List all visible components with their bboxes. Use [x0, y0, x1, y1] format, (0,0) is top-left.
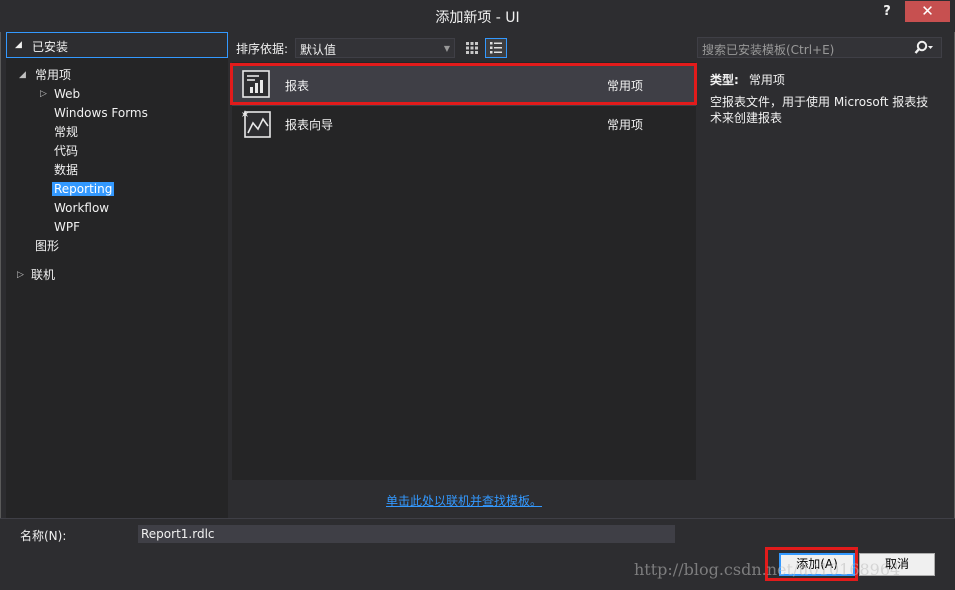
- name-field[interactable]: [138, 525, 675, 543]
- add-button[interactable]: 添加(A): [779, 553, 855, 576]
- collapsed-arrow-icon: ▷: [17, 270, 24, 280]
- details-pane: 类型: 常用项 空报表文件，用于使用 Microsoft 报表技术来创建报表: [705, 62, 945, 480]
- window-title: 添加新项 - UI: [435, 10, 520, 26]
- template-tree: ◢ 已安装 ◢ 常用项 ▷ Web Windows Forms 常规 代码 数据…: [6, 32, 228, 518]
- report-icon: [242, 70, 270, 98]
- chevron-down-icon: ▼: [443, 44, 450, 53]
- template-category: 常用项: [607, 118, 644, 132]
- sort-dropdown[interactable]: 默认值 ▼: [295, 38, 455, 58]
- sort-value: 默认值: [300, 43, 337, 57]
- template-name: 报表向导: [285, 118, 334, 132]
- help-button[interactable]: ?: [879, 4, 895, 19]
- tree-node-common[interactable]: ◢ 常用项: [19, 66, 71, 85]
- tree-node-workflow[interactable]: Workflow: [54, 199, 109, 218]
- collapsed-arrow-icon: ▷: [40, 89, 47, 99]
- cancel-button[interactable]: 取消: [859, 553, 935, 576]
- tree-node-online[interactable]: ▷ 联机: [17, 266, 55, 285]
- template-item-report[interactable]: 报表 常用项: [232, 64, 696, 106]
- tree-header-installed[interactable]: ◢ 已安装: [6, 32, 228, 58]
- tree-node-general[interactable]: 常规: [54, 123, 78, 142]
- details-description: 空报表文件，用于使用 Microsoft 报表技术来创建报表: [710, 95, 929, 125]
- template-item-report-wizard[interactable]: 报表向导 常用项: [232, 103, 696, 145]
- type-value: 常用项: [748, 73, 785, 87]
- search-placeholder: 搜索已安装模板(Ctrl+E): [702, 43, 835, 57]
- small-icons-view-button[interactable]: [461, 38, 483, 58]
- tree-node-data[interactable]: 数据: [54, 161, 78, 180]
- sort-label: 排序依据:: [236, 42, 289, 56]
- details-type: 类型: 常用项: [710, 71, 785, 88]
- grid-view-icon: [466, 42, 478, 54]
- search-icon[interactable]: [913, 39, 935, 57]
- tree-node-reporting[interactable]: Reporting: [52, 180, 115, 199]
- type-label: 类型:: [710, 73, 739, 87]
- title-bar: 添加新项 - UI ? ✕: [0, 0, 955, 32]
- tree-node-wpf[interactable]: WPF: [54, 218, 80, 237]
- list-view-icon: [490, 42, 502, 54]
- report-wizard-icon: [241, 109, 271, 138]
- online-search-link[interactable]: 单击此处以联机并查找模板。: [232, 492, 696, 509]
- template-list: 报表 常用项 报表向导 常用项: [232, 62, 696, 480]
- tree-node-code[interactable]: 代码: [54, 142, 78, 161]
- tree-header-label: 已安装: [32, 40, 69, 54]
- expanded-arrow-icon: ◢: [19, 70, 26, 80]
- name-label: 名称(N):: [20, 529, 67, 543]
- tree-node-web[interactable]: ▷ Web: [40, 85, 80, 104]
- close-button[interactable]: ✕: [905, 1, 950, 22]
- template-category: 常用项: [607, 79, 644, 93]
- tree-node-graphics[interactable]: 图形: [35, 237, 59, 256]
- collapse-arrow-icon: ◢: [15, 40, 22, 50]
- list-view-button[interactable]: [485, 38, 507, 58]
- template-name: 报表: [285, 79, 310, 93]
- search-input[interactable]: 搜索已安装模板(Ctrl+E): [697, 37, 942, 58]
- tree-node-windows-forms[interactable]: Windows Forms: [54, 104, 148, 123]
